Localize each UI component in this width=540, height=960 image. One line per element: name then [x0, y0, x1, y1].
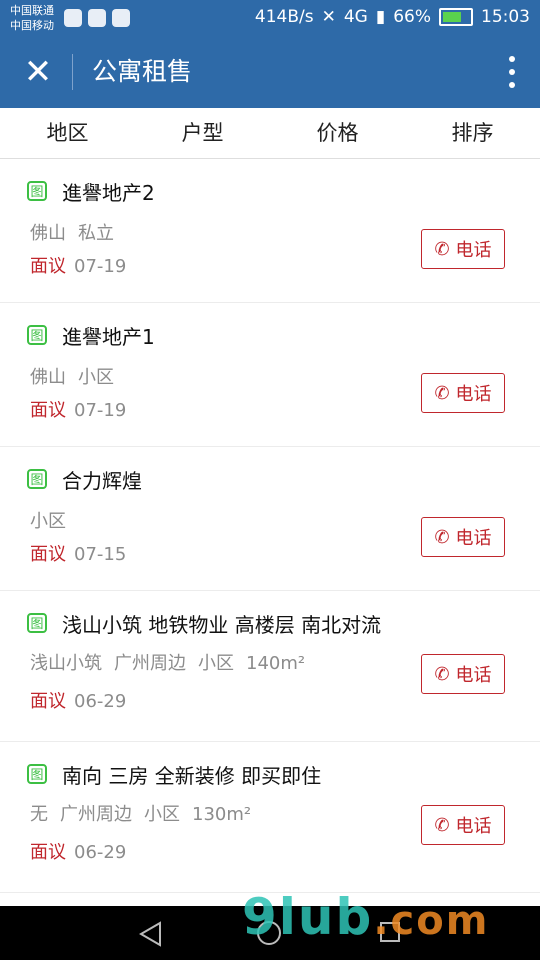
call-button[interactable]: ✆ 电话: [421, 229, 505, 269]
listing-tag: 佛山: [30, 367, 66, 388]
listing-title: 浅山小筑 地铁物业 高楼层 南北对流: [62, 613, 382, 637]
call-button[interactable]: ✆ 电话: [421, 373, 505, 413]
phone-icon: ✆: [434, 663, 450, 685]
price-row: 面议 07-15: [30, 542, 126, 568]
status-bar: 中国联通 中国移动 414B/s ✕ 4G ▮ 66% 15:03: [0, 0, 540, 36]
phone-icon: ✆: [434, 814, 450, 836]
back-icon[interactable]: [138, 921, 164, 947]
filter-region[interactable]: 地区: [0, 108, 135, 158]
signal-icon: ▮: [375, 7, 386, 27]
mute-icon: ✕: [321, 7, 336, 27]
watermark-suffix: .com: [373, 898, 490, 944]
listing-date: 07-19: [74, 400, 127, 421]
listing-tags: 佛山 私立: [30, 221, 114, 247]
more-vertical-icon[interactable]: [504, 52, 520, 92]
listing-title: 合力辉煌: [62, 469, 142, 493]
call-button[interactable]: ✆ 电话: [421, 805, 505, 845]
phone-icon: ✆: [434, 382, 450, 404]
picture-badge-icon: 图: [27, 181, 47, 201]
listing-tag: 130m²: [192, 804, 252, 825]
phone-icon: ✆: [434, 526, 450, 548]
list-item[interactable]: 图 進譽地产1 佛山 小区 面议 07-19 ✆ 电话: [0, 303, 540, 447]
listing-price: 面议: [30, 691, 66, 712]
filter-layout[interactable]: 户型: [135, 108, 270, 158]
call-button-label: 电话: [455, 384, 492, 405]
battery-percent: 66%: [393, 7, 431, 27]
listing-date: 06-29: [74, 691, 127, 712]
status-right: 414B/s ✕ 4G ▮ 66% 15:03: [255, 7, 530, 27]
call-button[interactable]: ✆ 电话: [421, 517, 505, 557]
price-row: 面议 07-19: [30, 254, 126, 280]
call-button[interactable]: ✆ 电话: [421, 654, 505, 694]
listing-tags: 浅山小筑 广州周边 小区 140m²: [30, 651, 305, 677]
listing-tags: 小区: [30, 509, 66, 535]
network-type: 4G: [343, 7, 368, 27]
listing-tags: 佛山 小区: [30, 365, 114, 391]
picture-badge-icon: 图: [27, 469, 47, 489]
call-button-label: 电话: [455, 240, 492, 261]
listing-tag: 广州周边: [114, 653, 186, 674]
listing-date: 06-29: [74, 842, 127, 863]
phone-icon: ✆: [434, 238, 450, 260]
app-notification-icon: [64, 9, 82, 27]
listing-tags: 无 广州周边 小区 130m²: [30, 802, 251, 828]
listing-tag: 广州周边: [60, 804, 132, 825]
listing-tag: 佛山: [30, 223, 66, 244]
picture-badge-icon: 图: [27, 764, 47, 784]
listing-tag: 小区: [78, 367, 114, 388]
call-button-label: 电话: [455, 665, 492, 686]
filter-bar: 地区 户型 价格 排序: [0, 108, 540, 159]
image-icon: [112, 9, 130, 27]
listing-date: 07-15: [74, 544, 127, 565]
carrier-info: 中国联通 中国移动: [10, 3, 54, 33]
listing-date: 07-19: [74, 256, 127, 277]
clock: 15:03: [481, 7, 530, 27]
close-icon[interactable]: ✕: [18, 52, 58, 92]
listing-title: 南向 三房 全新装修 即买即住: [62, 764, 322, 788]
price-row: 面议 06-29: [30, 689, 126, 715]
listing-tag: 浅山小筑: [30, 653, 102, 674]
listing-tag: 小区: [198, 653, 234, 674]
net-speed: 414B/s: [254, 7, 314, 27]
picture-badge-icon: 图: [27, 613, 47, 633]
carrier-1: 中国联通: [10, 4, 54, 17]
page-title: 公寓租售: [92, 57, 193, 86]
listing-tag: 小区: [30, 511, 66, 532]
site-watermark: 9lub.com: [242, 888, 489, 946]
list-item[interactable]: 图 南向 三房 全新装修 即买即住 无 广州周边 小区 130m² 面议 06-…: [0, 742, 540, 893]
notification-icons: [64, 9, 130, 27]
listing-tag: 无: [30, 804, 48, 825]
listing-tag: 小区: [144, 804, 180, 825]
listing-title: 進譽地产2: [62, 181, 155, 205]
carrier-2: 中国移动: [10, 19, 54, 32]
list-item[interactable]: 图 浅山小筑 地铁物业 高楼层 南北对流 浅山小筑 广州周边 小区 140m² …: [0, 591, 540, 742]
list-item[interactable]: 图 進譽地产2 佛山 私立 面议 07-19 ✆ 电话: [0, 159, 540, 303]
list-item[interactable]: 图 合力辉煌 小区 面议 07-15 ✆ 电话: [0, 447, 540, 591]
listing-price: 面议: [30, 400, 66, 421]
toolbar-divider: [72, 54, 73, 90]
call-button-label: 电话: [455, 528, 492, 549]
picture-badge-icon: 图: [27, 325, 47, 345]
watermark-main: 9lub: [242, 888, 374, 946]
app-toolbar: ✕ 公寓租售: [0, 36, 540, 108]
price-row: 面议 06-29: [30, 840, 126, 866]
battery-icon: [439, 8, 473, 26]
listing-title: 進譽地产1: [62, 325, 155, 349]
filter-sort[interactable]: 排序: [405, 108, 540, 158]
listing-price: 面议: [30, 256, 66, 277]
listing-price: 面议: [30, 544, 66, 565]
listing-price: 面议: [30, 842, 66, 863]
price-row: 面议 07-19: [30, 398, 126, 424]
listing-tag: 140m²: [246, 653, 306, 674]
call-button-label: 电话: [455, 816, 492, 837]
filter-price[interactable]: 价格: [270, 108, 405, 158]
location-icon: [88, 9, 106, 27]
listing-list: 图 進譽地产2 佛山 私立 面议 07-19 ✆ 电话 图 進譽地产1 佛山 小…: [0, 159, 540, 893]
listing-tag: 私立: [78, 223, 114, 244]
